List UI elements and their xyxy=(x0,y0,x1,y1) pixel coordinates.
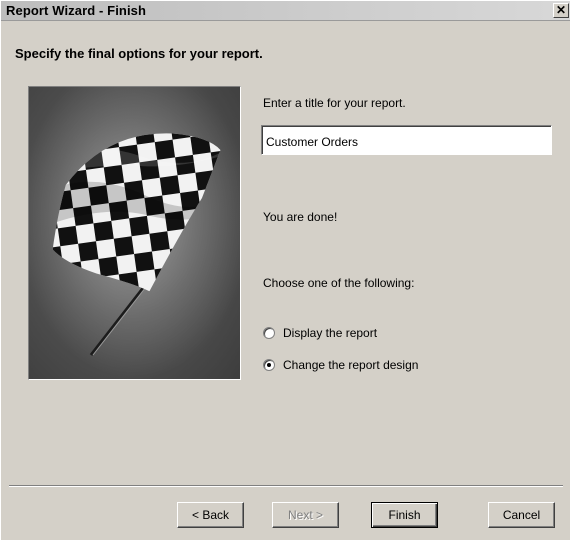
checkered-flag-picture xyxy=(28,86,241,380)
option-change-design[interactable]: Change the report design xyxy=(263,357,418,373)
choose-option-label: Choose one of the following: xyxy=(263,276,415,290)
title-bar[interactable]: Report Wizard - Finish ✕ xyxy=(1,1,570,21)
checkered-flag-icon xyxy=(29,87,240,379)
report-wizard-window: Report Wizard - Finish ✕ Specify the fin… xyxy=(0,0,570,540)
option-display-report[interactable]: Display the report xyxy=(263,325,377,341)
cancel-button[interactable]: Cancel xyxy=(488,502,555,528)
next-button[interactable]: Next > xyxy=(272,502,339,528)
window-title: Report Wizard - Finish xyxy=(6,3,147,18)
title-prompt-label: Enter a title for your report. xyxy=(263,96,406,110)
option-label: Change the report design xyxy=(283,358,419,372)
wizard-heading: Specify the final options for your repor… xyxy=(15,46,263,61)
back-button[interactable]: < Back xyxy=(177,502,244,528)
close-icon: ✕ xyxy=(555,3,567,17)
radio-display-report[interactable] xyxy=(263,327,275,339)
done-message: You are done! xyxy=(263,210,338,224)
radio-change-design[interactable] xyxy=(263,359,275,371)
option-label: Display the report xyxy=(283,326,378,340)
finish-button[interactable]: Finish xyxy=(371,502,438,528)
report-title-input[interactable] xyxy=(261,125,552,155)
button-separator xyxy=(9,485,563,487)
close-button[interactable]: ✕ xyxy=(553,3,569,18)
